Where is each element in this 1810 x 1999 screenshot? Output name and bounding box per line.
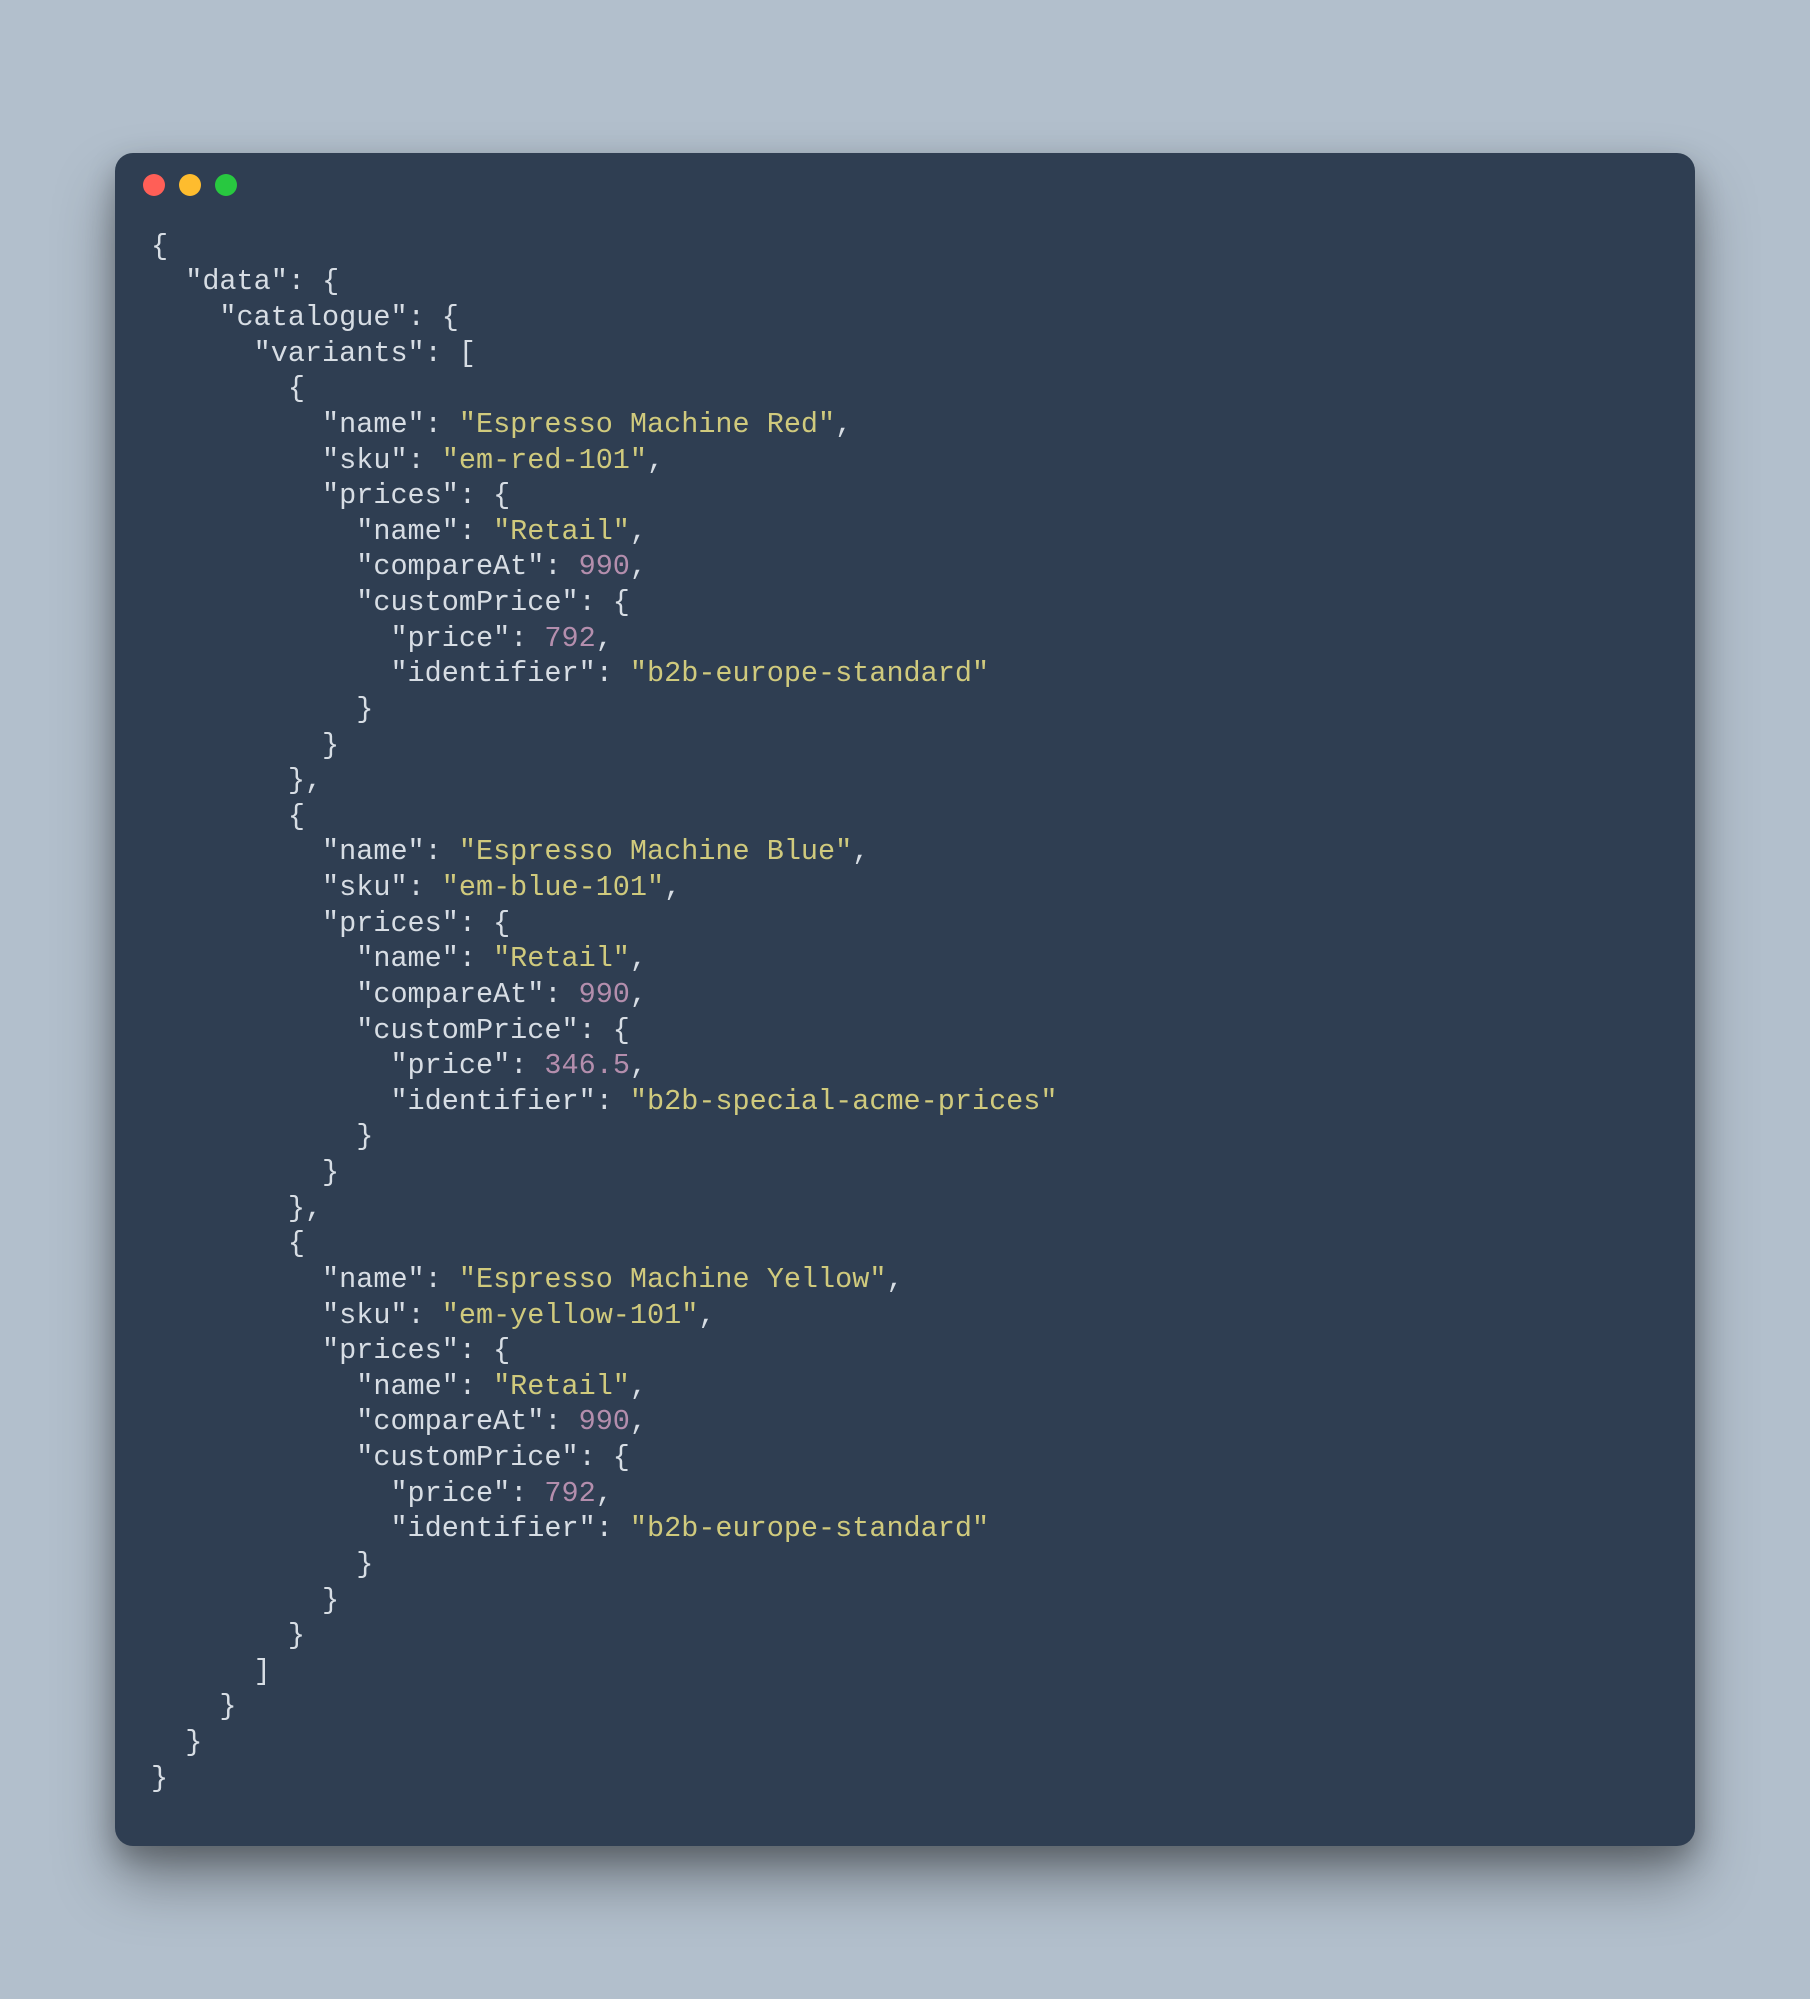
minimize-icon[interactable] bbox=[179, 174, 201, 196]
code-window: { "data": { "catalogue": { "variants": [… bbox=[115, 153, 1695, 1847]
close-icon[interactable] bbox=[143, 174, 165, 196]
zoom-icon[interactable] bbox=[215, 174, 237, 196]
code-area: { "data": { "catalogue": { "variants": [… bbox=[115, 217, 1695, 1847]
window-titlebar bbox=[115, 153, 1695, 217]
code-block[interactable]: { "data": { "catalogue": { "variants": [… bbox=[151, 229, 1659, 1797]
